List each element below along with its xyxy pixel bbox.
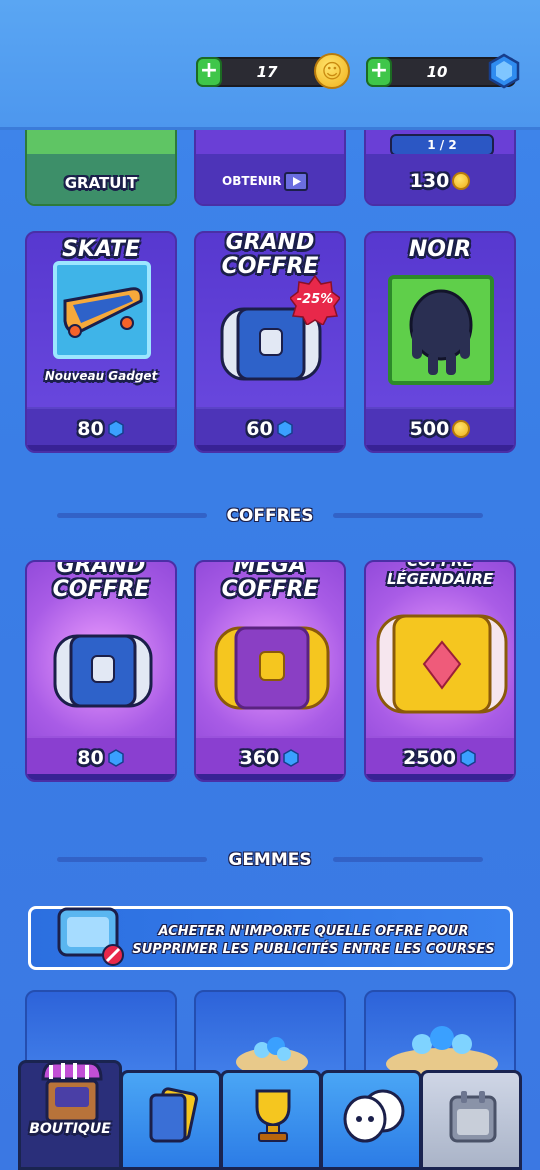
skateboard-image [53,261,151,359]
price-value: 2500 [403,747,456,769]
skateboard-icon [63,287,143,338]
grand-chest-offer-card[interactable]: GRAND COFFRE -25% 60 [194,231,346,453]
offer-subtitle: Nouveau Gadget [44,369,158,383]
mega-chest-card[interactable]: MÉGA COFFRE 360 [194,560,346,782]
add-coins-button[interactable]: + [196,57,222,87]
chest-price-bar: 80 [27,736,175,780]
skate-offer-card[interactable]: SKATE Nouveau Gadget 80 [25,231,177,453]
gem-icon [107,420,124,438]
add-gems-button[interactable]: + [366,57,392,87]
gem-icon [283,749,300,767]
gem-icon [488,53,520,89]
obtain-label: OBTENIR [222,174,282,188]
tab-trophies[interactable] [220,1070,322,1170]
grand-chest-card[interactable]: GRAND COFFRE 80 [25,560,177,782]
free-label: GRATUIT [64,174,138,192]
price: 80 [77,738,124,778]
grand-chest-icon [53,634,153,708]
characters-icon [343,1089,405,1143]
offer-title: SKATE [62,237,140,262]
coin-counter: + 17 [196,53,350,89]
discount-label: -25% [296,292,334,307]
coin-icon [314,53,350,89]
gem-icon [276,420,293,438]
price: 360 [240,738,301,778]
price-value: 80 [77,418,104,440]
price: 2500 [403,738,477,778]
price-value: 80 [77,747,104,769]
tab-boutique-label: BOUTIQUE [29,1121,111,1137]
skin-image [388,275,494,385]
chest-title: GRAND COFFRE [52,560,150,602]
mega-chest-icon [214,626,330,710]
price: 500 [410,409,471,449]
legendary-chest-card[interactable]: COFFRE LÉGENDAIRE 2500 [364,560,516,782]
progress-pill: 1 / 2 [390,134,494,156]
chest-title: MÉGA COFFRE [221,560,319,602]
tv-no-ads-icon [57,907,124,966]
coin-offer-price: 130 [366,170,514,192]
tab-cards[interactable] [120,1070,222,1170]
shop-icon [41,1061,103,1123]
coin-icon [452,420,471,438]
offer-price-bar: 80 [27,407,175,451]
price-value: 130 [409,170,450,192]
offer-price-bar: 500 [366,407,514,451]
price-value: 60 [246,418,273,440]
section-title-gemmes: GEMMES [228,850,312,870]
price-value: 360 [239,747,280,769]
tab-characters[interactable] [320,1070,422,1170]
cards-icon [149,1087,198,1143]
noir-character-icon [409,289,473,375]
offer-title: GRAND COFFRE [221,231,319,279]
gem-icon [107,749,124,767]
section-title-coffres: COFFRES [226,506,314,526]
price: 80 [77,409,124,449]
no-ads-banner[interactable]: ACHETER N'IMPORTE QUELLE OFFRE POUR SUPP… [28,906,513,970]
gem-icon [460,749,476,767]
offer-title: NOIR [408,237,472,262]
tab-boutique[interactable]: BOUTIQUE [18,1060,122,1170]
bottom-navigation: BOUTIQUE [0,1060,540,1170]
calendar-lock-icon [449,1091,497,1143]
offer-price-bar: 60 [196,407,344,451]
video-icon [284,172,308,191]
coin-icon [452,172,471,190]
noir-skin-offer-card[interactable]: NOIR 500 [364,231,516,453]
chest-title: COFFRE LÉGENDAIRE [386,560,494,588]
price-value: 500 [409,418,450,440]
price: 60 [246,409,293,449]
legendary-chest-icon [376,614,508,714]
chest-price-bar: 2500 [366,736,514,780]
trophy-icon [255,1089,291,1142]
coin-amount: 17 [256,63,278,81]
gem-amount: 10 [426,63,448,81]
gem-counter: + 10 [366,53,520,89]
chest-price-bar: 360 [196,736,344,780]
no-ads-text: ACHETER N'IMPORTE QUELLE OFFRE POUR SUPP… [132,924,495,957]
tab-events-locked[interactable] [420,1070,522,1170]
top-bar: + 17 + 10 [0,0,540,130]
